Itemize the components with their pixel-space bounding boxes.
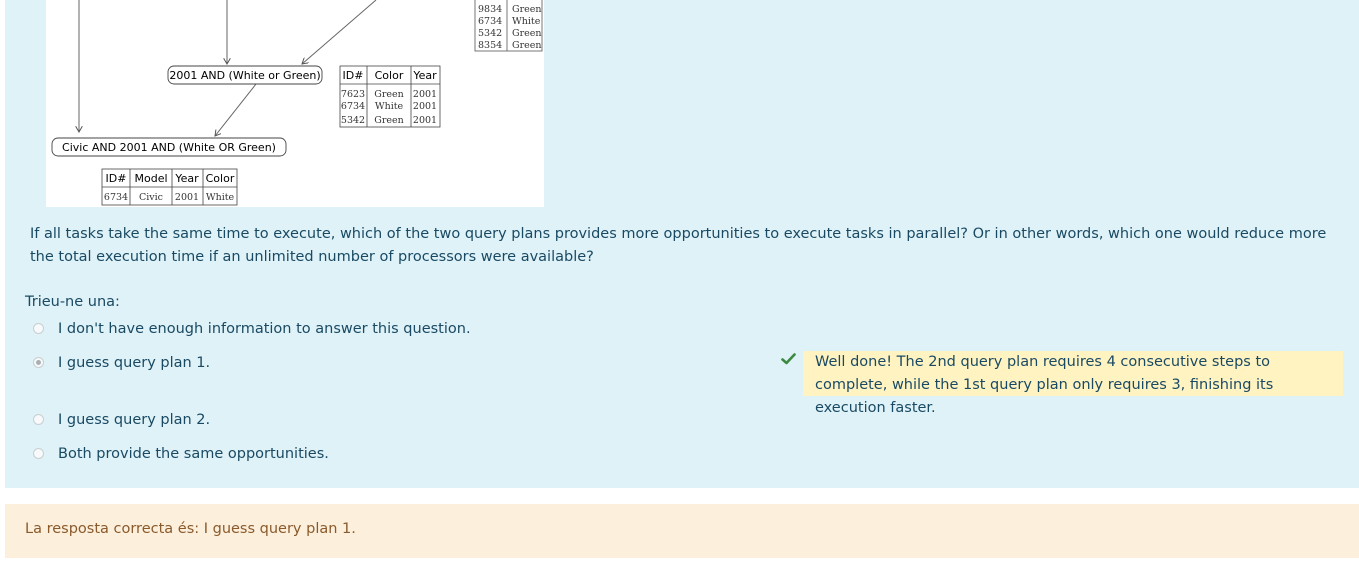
top-table-cell: 8354 xyxy=(478,40,502,51)
query-plan-figure: 9834 Green 6734 White 5342 Green 8354 Gr… xyxy=(46,0,544,207)
right-answer-text: La resposta correcta és: I guess query p… xyxy=(25,521,356,537)
option-feedback: Well done! The 2nd query plan requires 4… xyxy=(803,351,1343,416)
table-cell: White xyxy=(206,192,235,203)
arrow-to-final-node xyxy=(215,83,257,136)
query-plan-diagram: 9834 Green 6734 White 5342 Green 8354 Gr… xyxy=(51,0,543,206)
radio-icon[interactable] xyxy=(33,357,44,368)
table-cell: Civic xyxy=(139,192,163,203)
table-header: Year xyxy=(174,172,199,185)
table-cell: 5342 xyxy=(341,115,365,126)
table-header: ID# xyxy=(106,172,127,185)
table-header: Color xyxy=(375,69,404,82)
table-cell: Green xyxy=(374,115,404,126)
top-table-cell: 5342 xyxy=(478,28,502,39)
node-year-color: 2001 AND (White or Green) xyxy=(167,65,323,85)
top-table-cell: Green xyxy=(512,4,542,15)
arrow-diagonal-top xyxy=(302,0,377,64)
right-answer-panel: La resposta correcta és: I guess query p… xyxy=(5,504,1359,558)
radio-icon[interactable] xyxy=(33,448,44,459)
radio-icon[interactable] xyxy=(33,323,44,334)
option-label[interactable]: I don't have enough information to answe… xyxy=(58,319,471,339)
node-all: Civic AND 2001 AND (White OR Green) xyxy=(51,137,287,157)
top-table-cell: Green xyxy=(512,40,542,51)
table-year-color: ID# Color Year 7623 Green 2001 6734 Whit… xyxy=(339,65,441,128)
table-cell: 2001 xyxy=(413,115,437,126)
table-cell: 2001 xyxy=(413,89,437,100)
question-text: If all tasks take the same time to execu… xyxy=(30,226,1327,265)
table-cell: 6734 xyxy=(341,101,365,112)
top-table-cell: 9834 xyxy=(478,4,502,15)
node-year-color-label: 2001 AND (White or Green) xyxy=(169,69,320,82)
answer-prompt: Trieu-ne una: xyxy=(25,294,120,310)
radio-icon[interactable] xyxy=(33,414,44,425)
option-label[interactable]: I guess query plan 1. xyxy=(58,353,210,373)
top-table-cell: 6734 xyxy=(478,16,502,27)
table-cell: 2001 xyxy=(413,101,437,112)
table-header: Color xyxy=(206,172,235,185)
node-all-label: Civic AND 2001 AND (White OR Green) xyxy=(62,141,276,154)
table-cell: 2001 xyxy=(175,192,199,203)
table-cell: 7623 xyxy=(341,89,365,100)
top-table-cell: White xyxy=(512,16,541,27)
option-label[interactable]: I guess query plan 2. xyxy=(58,410,210,430)
table-cell: 6734 xyxy=(104,192,128,203)
table-header: Year xyxy=(412,69,437,82)
table-header: Model xyxy=(134,172,167,185)
table-header: ID# xyxy=(343,69,364,82)
top-table: 9834 Green 6734 White 5342 Green 8354 Gr… xyxy=(474,0,543,52)
top-table-cell: Green xyxy=(512,28,542,39)
table-all: ID# Model Year Color 6734 Civic 2001 Whi… xyxy=(101,168,238,206)
table-cell: White xyxy=(375,101,404,112)
table-cell: Green xyxy=(374,89,404,100)
check-icon xyxy=(781,353,796,365)
option-label[interactable]: Both provide the same opportunities. xyxy=(58,444,329,464)
